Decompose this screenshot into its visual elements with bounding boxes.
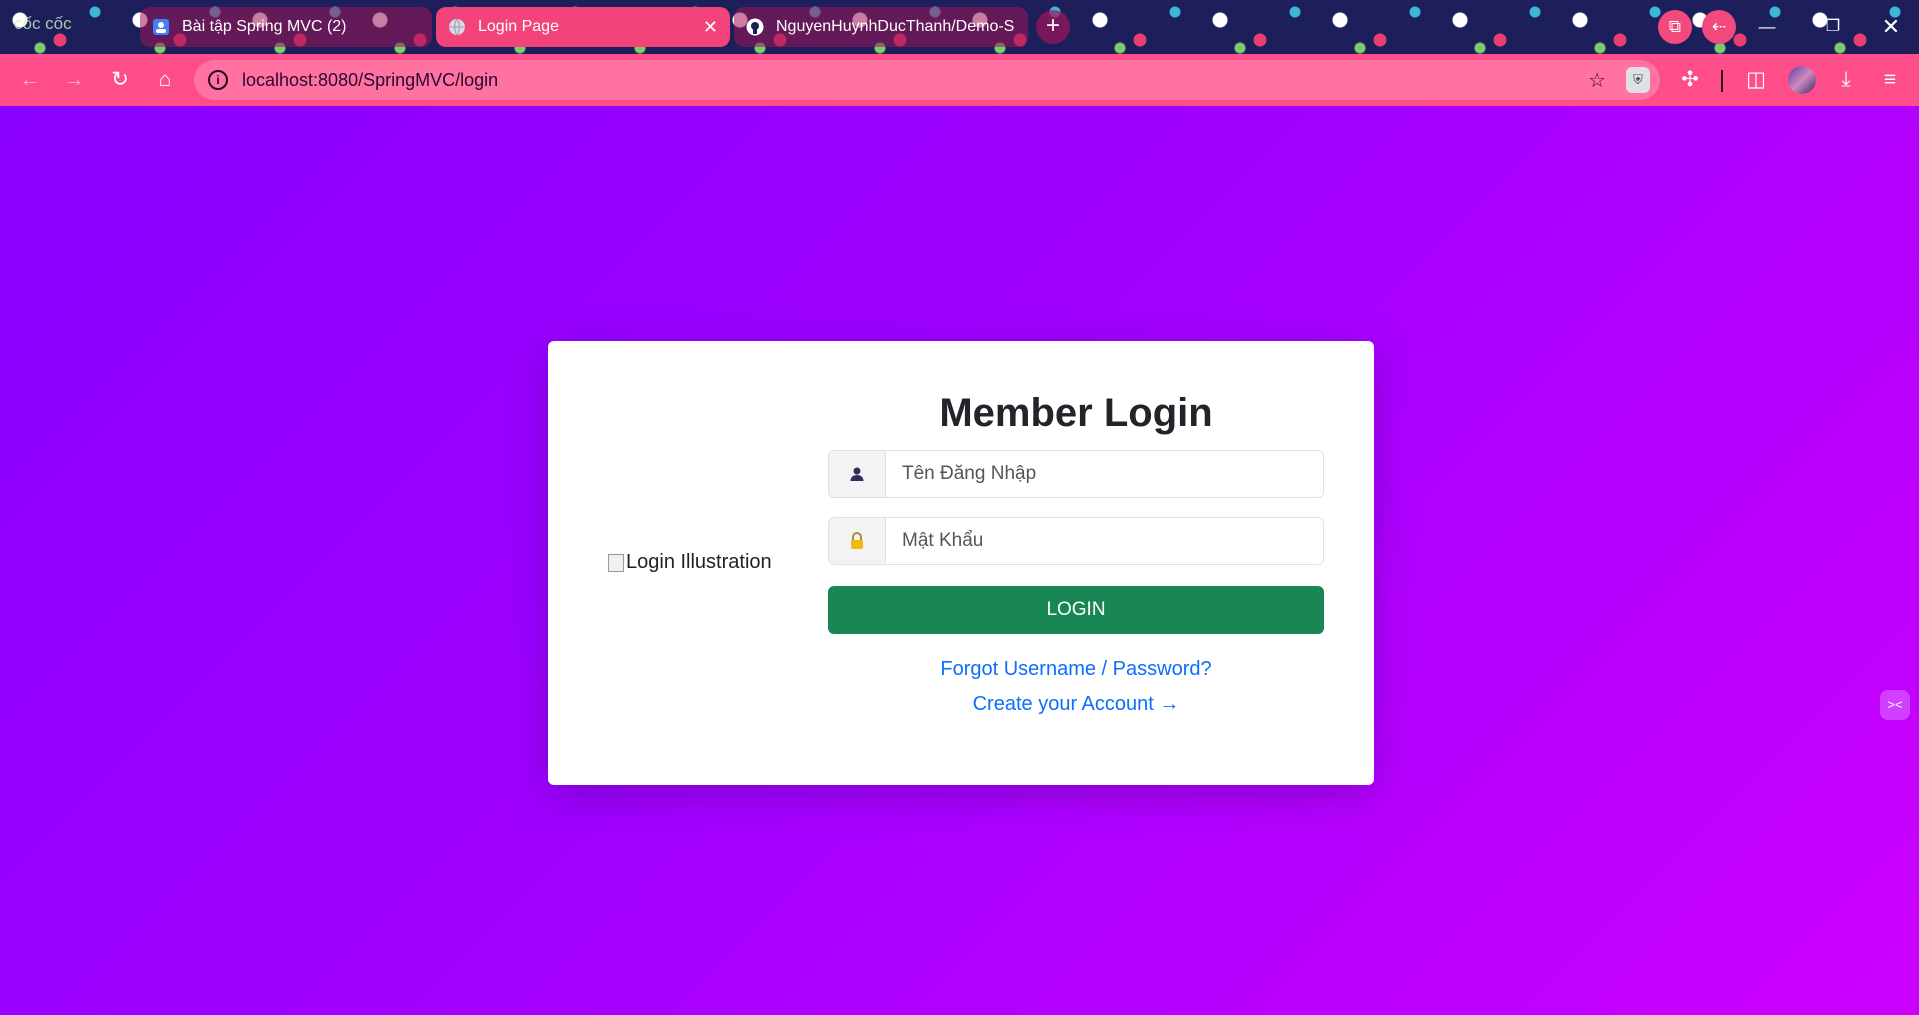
shield-icon[interactable]: ⛨ [1626,67,1650,93]
download-icon[interactable]: ⤓ [1830,64,1862,96]
profile-avatar[interactable] [1788,66,1816,94]
login-form: Member Login LOGIN Forgot Username / Pas… [828,391,1324,722]
forgot-password-link[interactable]: Forgot Username / Password? [828,652,1324,687]
browser-toolbar: ← → ↻ ⌂ i localhost:8080/SpringMVC/login… [0,54,1919,106]
tab-spring-mvc[interactable]: Bài tập Spring MVC (2) [140,7,432,47]
home-icon[interactable]: ⌂ [149,64,181,96]
globe-icon [448,18,466,36]
extensions-icon[interactable]: ✣ [1674,64,1706,96]
tab-github[interactable]: NguyenHuynhDucThanh/Demo-S [734,7,1028,47]
forward-arrow-icon[interactable]: → [58,64,90,96]
username-group [828,450,1324,498]
browser-brand: cốc cốc [14,14,72,33]
page-background: Login Illustration Member Login LOGIN Fo… [0,106,1919,1015]
broken-image-icon [608,553,624,572]
contacts-icon [152,18,170,36]
toolbar-divider [1721,70,1723,92]
back-arrow-icon[interactable]: ← [14,64,46,96]
account-links: Forgot Username / Password? Create your … [828,652,1324,722]
password-input[interactable] [886,518,1323,564]
restore-icon[interactable]: ❐ [1816,10,1850,44]
lock-icon [829,518,886,564]
github-icon [746,18,764,36]
address-bar[interactable]: i localhost:8080/SpringMVC/login ☆ ⛨ [194,60,1660,100]
split-view-icon[interactable]: ◫ [1740,64,1772,96]
back-sync-icon[interactable]: ⇠ [1702,10,1736,44]
password-group [828,517,1324,565]
username-input[interactable] [886,451,1323,497]
login-button[interactable]: LOGIN [828,586,1324,634]
address-text: localhost:8080/SpringMVC/login [242,69,499,90]
page-title: Member Login [939,391,1213,435]
login-card: Login Illustration Member Login LOGIN Fo… [548,341,1374,785]
bookmark-star-icon[interactable]: ☆ [1588,68,1606,93]
close-window-icon[interactable]: ✕ [1874,10,1908,44]
login-illustration: Login Illustration [608,551,772,574]
user-icon [829,451,886,497]
site-info-icon[interactable]: i [208,70,228,90]
image-alt-text: Login Illustration [626,551,772,573]
side-panel-icon[interactable]: >< [1880,690,1910,720]
close-tab-icon[interactable]: ✕ [703,17,718,38]
screenshot-icon[interactable]: ⧉ [1658,10,1692,44]
tab-title: NguyenHuynhDucThanh/Demo-S [776,18,1015,35]
new-tab-button[interactable]: + [1036,10,1070,44]
reload-icon[interactable]: ↻ [104,64,136,96]
create-account-link[interactable]: Create your Account → [828,687,1324,722]
tab-title: Login Page [478,18,559,35]
menu-icon[interactable]: ≡ [1874,64,1906,96]
minimize-icon[interactable]: — [1750,10,1784,44]
tab-strip: cốc cốc Bài tập Spring MVC (2) Login Pag… [0,0,1919,54]
tab-login-page[interactable]: Login Page ✕ [436,7,730,47]
tab-title: Bài tập Spring MVC (2) [182,18,347,35]
